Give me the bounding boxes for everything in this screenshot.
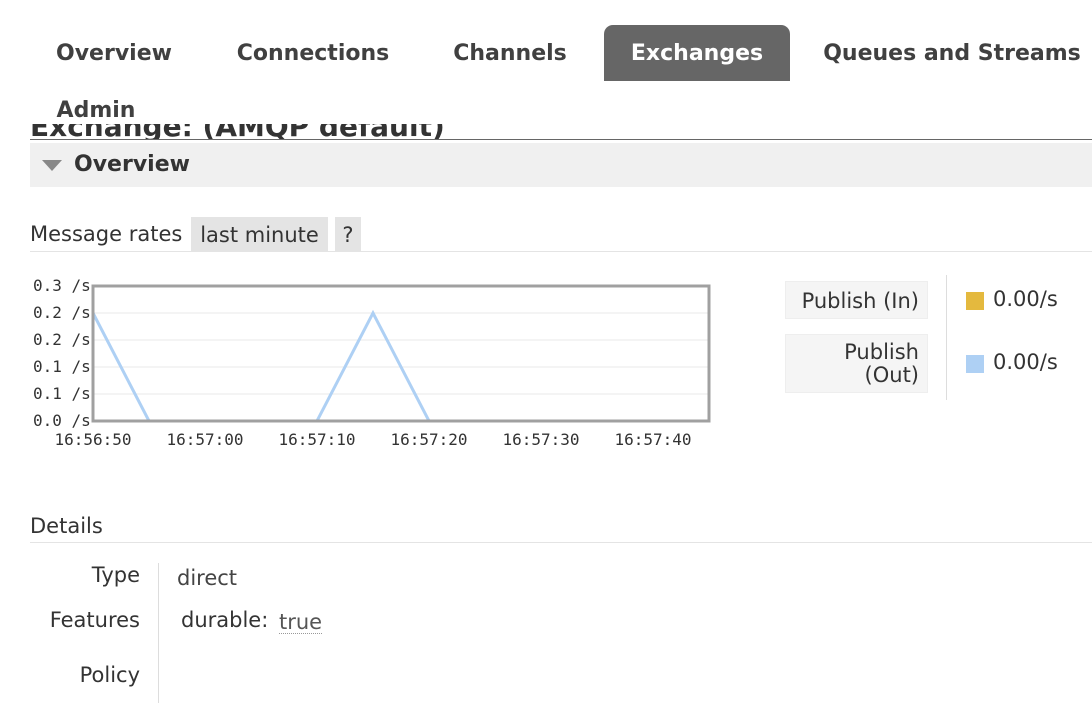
features-label: Features [49, 608, 140, 632]
type-value: direct [177, 566, 238, 590]
tab-channels[interactable]: Channels [438, 25, 582, 81]
y-tick-label: 0.0 /s [33, 411, 91, 430]
y-tick-label: 0.1 /s [33, 384, 91, 403]
nav-divider [30, 139, 1092, 140]
x-tick-label: 16:57:40 [614, 430, 691, 449]
message-rates-chart: 0.3 /s 0.2 /s 0.2 /s 0.1 /s 0.1 /s 0.0 /s 16:5… [0, 270, 760, 460]
main-nav: Overview Connections Channels Exchanges … [0, 0, 1092, 140]
plot-border [91, 284, 711, 423]
details-divider [158, 563, 159, 703]
chart-legend: Publish (In) Publish (Out) 0.00/s 0.00/s [785, 275, 1092, 405]
legend-label-publish-out-line1: Publish [844, 340, 919, 364]
legend-divider [946, 275, 947, 400]
details-heading-text: Details [30, 514, 103, 538]
message-rates-bar: Message rates last minute ? [30, 217, 1092, 252]
legend-swatch-publish-in [966, 292, 984, 310]
y-tick-label: 0.2 /s [33, 330, 91, 349]
page-title: Exchange: (AMQP default) [30, 124, 650, 139]
x-tick-label: 16:56:50 [54, 430, 131, 449]
x-tick-label: 16:57:00 [166, 430, 243, 449]
y-tick-label: 0.2 /s [33, 303, 91, 322]
help-button[interactable]: ? [335, 217, 361, 251]
legend-swatch-publish-out [966, 355, 984, 373]
x-tick-label: 16:57:10 [278, 430, 355, 449]
legend-value-publish-in: 0.00/s [993, 287, 1058, 311]
legend-label-publish-out[interactable]: Publish (Out) [785, 334, 928, 393]
overview-section-toggle[interactable]: Overview [30, 143, 1092, 187]
legend-value-publish-out: 0.00/s [993, 350, 1058, 374]
tab-queues-and-streams[interactable]: Queues and Streams [812, 25, 1092, 81]
message-rates-label: Message rates [30, 222, 183, 246]
x-tick-label: 16:57:20 [390, 430, 467, 449]
legend-label-publish-in[interactable]: Publish (In) [785, 281, 928, 319]
tab-exchanges[interactable]: Exchanges [604, 25, 790, 81]
feature-durable-key: durable: [181, 608, 269, 632]
feature-durable-value: true [279, 610, 323, 634]
legend-label-publish-out-line2: (Out) [864, 363, 919, 387]
policy-label: Policy [79, 663, 140, 687]
tab-overview[interactable]: Overview [40, 25, 188, 81]
x-tick-label: 16:57:30 [502, 430, 579, 449]
message-rates-chart-svg: 0.3 /s0.2 /s0.2 /s0.1 /s0.1 /s0.0 /s16:5… [33, 276, 711, 449]
triangle-down-icon [42, 160, 62, 171]
y-tick-label: 0.3 /s [33, 276, 91, 295]
type-label: Type [91, 563, 140, 587]
range-selector-button[interactable]: last minute [191, 217, 328, 251]
y-tick-label: 0.1 /s [33, 357, 91, 376]
tab-connections[interactable]: Connections [222, 25, 404, 81]
page-title-text: Exchange: (AMQP default) [30, 124, 445, 139]
details-heading: Details [30, 512, 1092, 543]
overview-section-title: Overview [74, 152, 190, 177]
